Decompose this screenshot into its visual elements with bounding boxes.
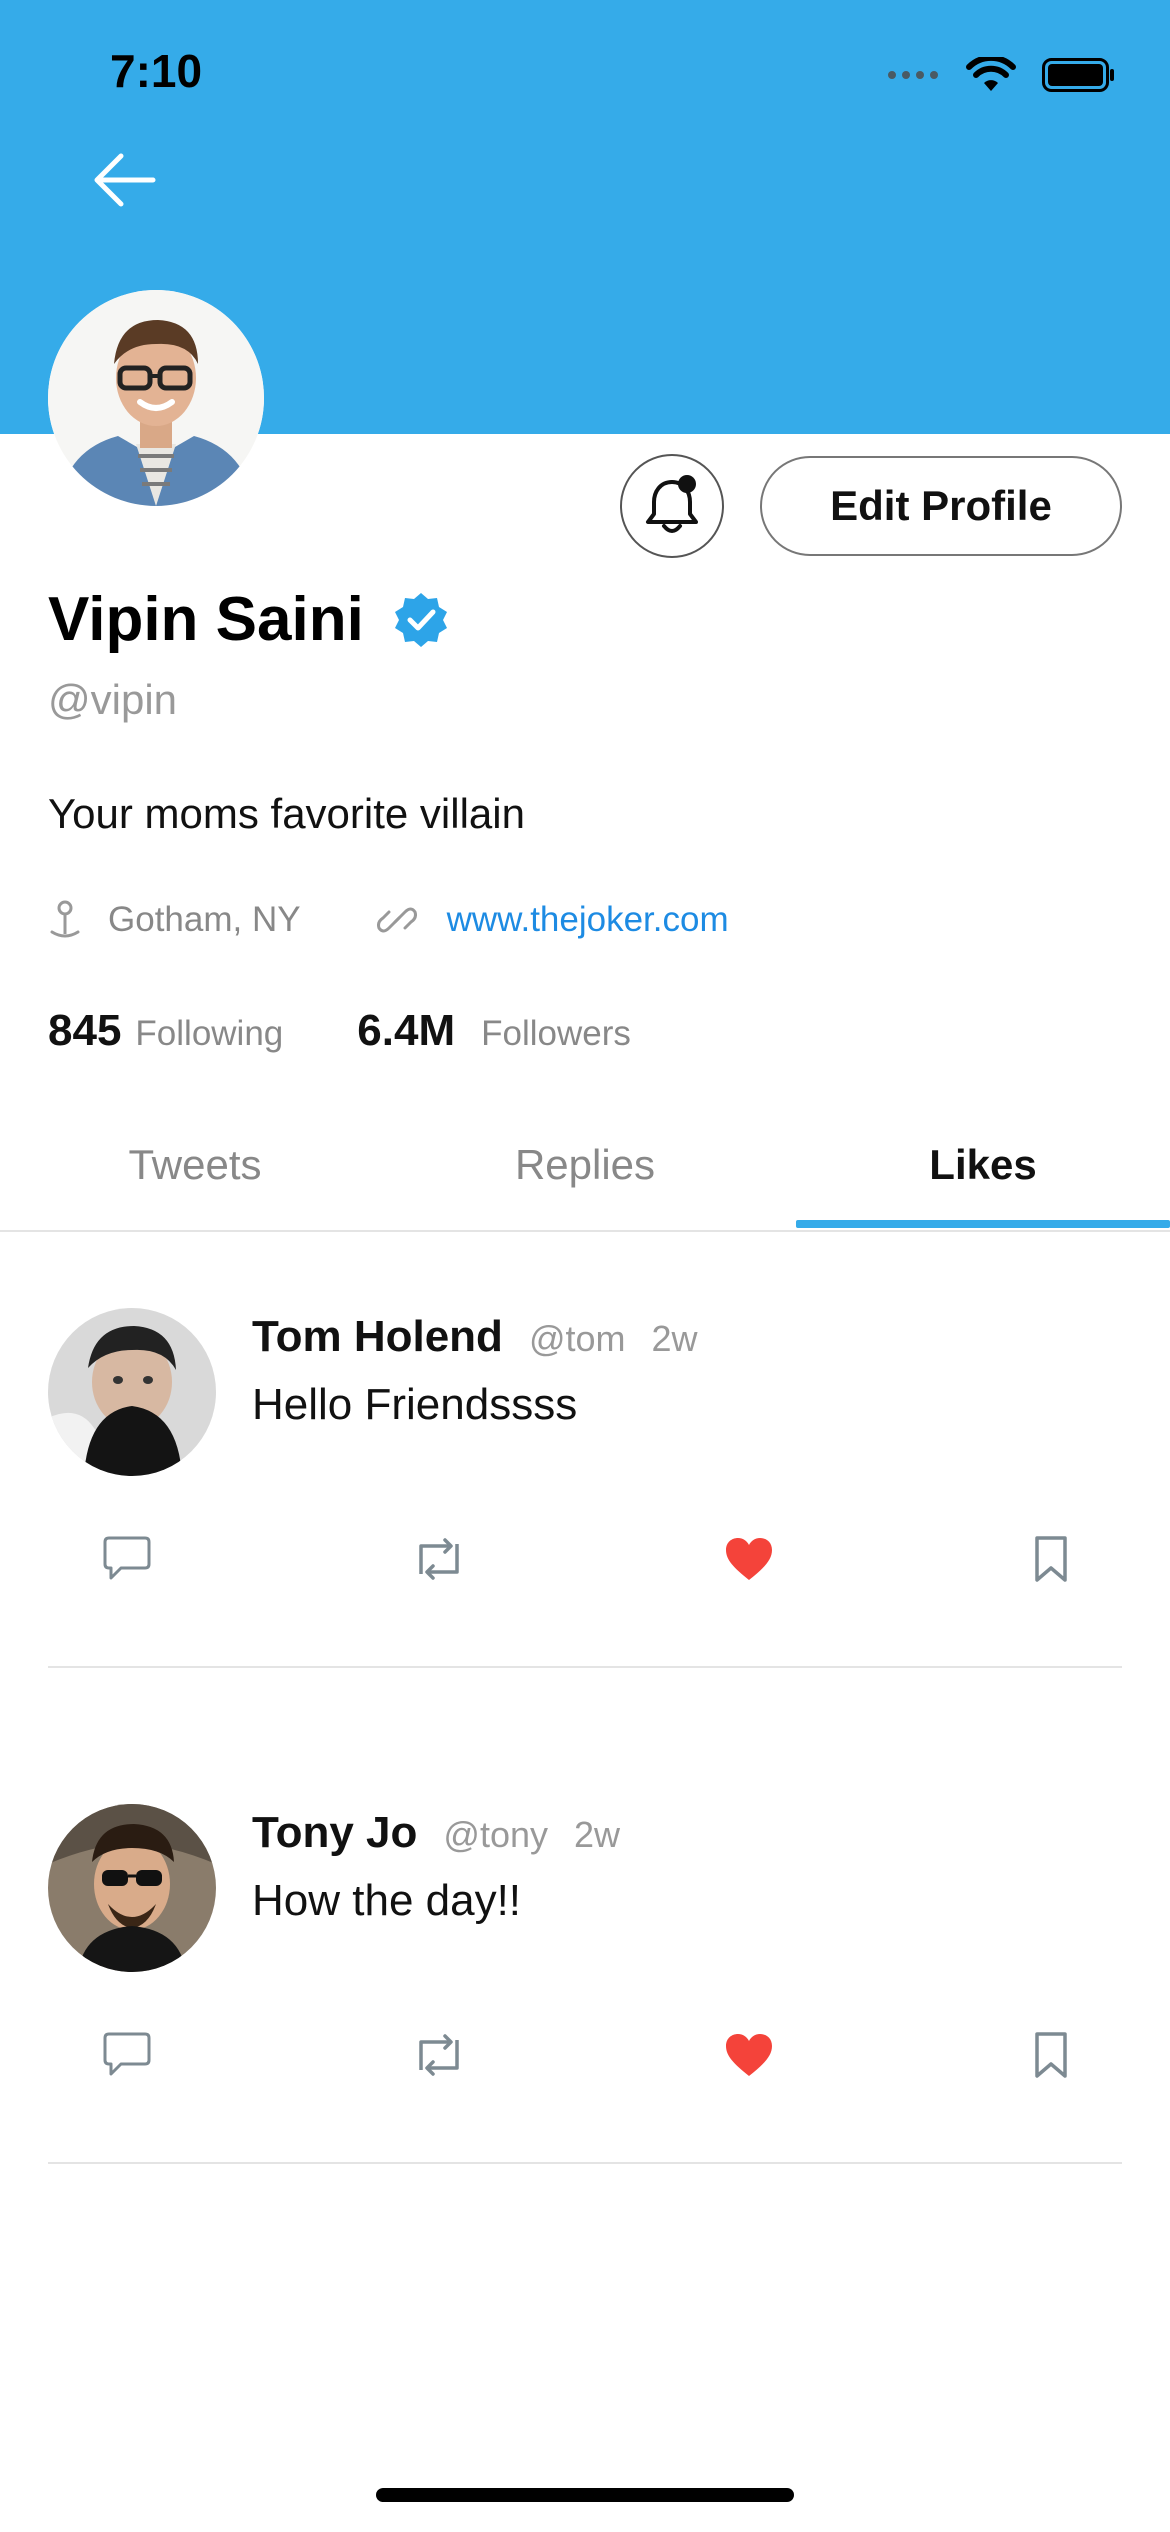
name-row: Vipin Saini <box>48 584 450 655</box>
like-button[interactable] <box>714 2020 784 2090</box>
profile-handle: @vipin <box>48 676 178 723</box>
followers-label[interactable]: Followers <box>481 1014 631 1054</box>
verified-icon <box>394 592 447 647</box>
tweet-divider <box>48 1666 1122 1668</box>
back-button[interactable] <box>86 142 162 218</box>
tweet-card[interactable]: Tom Holend @tom 2w Hello Friendssss <box>0 1240 1170 1730</box>
tab-tweets[interactable]: Tweets <box>0 1100 390 1230</box>
status-icons <box>886 50 1116 100</box>
tweet-text: Hello Friendssss <box>252 1380 578 1429</box>
avatar-image <box>48 1308 216 1476</box>
bell-icon <box>646 475 698 533</box>
retweet-icon <box>419 1538 459 1580</box>
bookmark-button[interactable] <box>1016 1524 1086 1594</box>
home-indicator[interactable] <box>376 2488 794 2502</box>
like-button[interactable] <box>714 1524 784 1594</box>
tweet-text: How the day!! <box>252 1876 522 1925</box>
wifi-icon <box>966 57 1016 91</box>
following-count[interactable]: 845 <box>48 1006 121 1056</box>
location-text: Gotham, NY <box>108 900 301 939</box>
followers-count[interactable]: 6.4M <box>357 1006 455 1056</box>
comment-icon <box>103 1536 151 1580</box>
battery-icon <box>1042 58 1114 92</box>
tweet-username[interactable]: @tony <box>443 1814 548 1856</box>
tweet-author[interactable]: Tony Jo <box>252 1808 417 1858</box>
heart-icon <box>726 2034 772 2076</box>
tweet-card[interactable]: Tony Jo @tony 2w How the day!! <box>0 1736 1170 2226</box>
notifications-button[interactable] <box>620 454 724 558</box>
tweet-username[interactable]: @tom <box>529 1318 626 1360</box>
tweet-header: Tony Jo @tony 2w <box>252 1808 620 1858</box>
bookmark-button[interactable] <box>1016 2020 1086 2090</box>
profile-meta: Gotham, NY www.thejoker.com <box>48 900 729 940</box>
profile-bio: Your moms favorite villain <box>48 790 525 837</box>
tweet-avatar[interactable] <box>48 1804 216 1972</box>
comment-icon <box>103 2032 151 2076</box>
retweet-button[interactable] <box>404 1524 474 1594</box>
tweet-time: 2w <box>651 1318 698 1359</box>
retweet-icon <box>419 2034 459 2076</box>
bookmark-icon <box>1035 1536 1067 1582</box>
signal-icon <box>888 71 938 79</box>
profile-name: Vipin Saini <box>48 585 364 654</box>
follow-stats: 845 Following 6.4M Followers <box>48 1006 631 1056</box>
back-arrow-icon <box>94 153 156 207</box>
tweet-divider <box>48 2162 1122 2164</box>
tab-replies[interactable]: Replies <box>390 1100 780 1230</box>
reply-button[interactable] <box>92 1524 162 1594</box>
tweet-author[interactable]: Tom Holend <box>252 1312 503 1362</box>
following-label[interactable]: Following <box>135 1014 283 1054</box>
tab-likes[interactable]: Likes <box>796 1100 1170 1230</box>
tweet-time: 2w <box>574 1814 621 1855</box>
avatar-image <box>48 290 264 506</box>
edit-profile-button[interactable]: Edit Profile <box>760 456 1122 556</box>
reply-button[interactable] <box>92 2020 162 2090</box>
location-icon <box>50 900 80 938</box>
website-link[interactable]: www.thejoker.com <box>447 900 729 940</box>
tweet-header: Tom Holend @tom 2w <box>252 1312 698 1362</box>
status-time: 7:10 <box>110 45 203 97</box>
bookmark-icon <box>1035 2032 1067 2078</box>
profile-avatar[interactable] <box>48 290 264 506</box>
link-icon <box>376 907 417 933</box>
tweet-avatar[interactable] <box>48 1308 216 1476</box>
heart-icon <box>726 1538 772 1580</box>
profile-tabs: Tweets Replies Likes <box>0 1100 1170 1232</box>
avatar-image <box>48 1804 216 1972</box>
retweet-button[interactable] <box>404 2020 474 2090</box>
active-tab-indicator <box>796 1220 1170 1228</box>
